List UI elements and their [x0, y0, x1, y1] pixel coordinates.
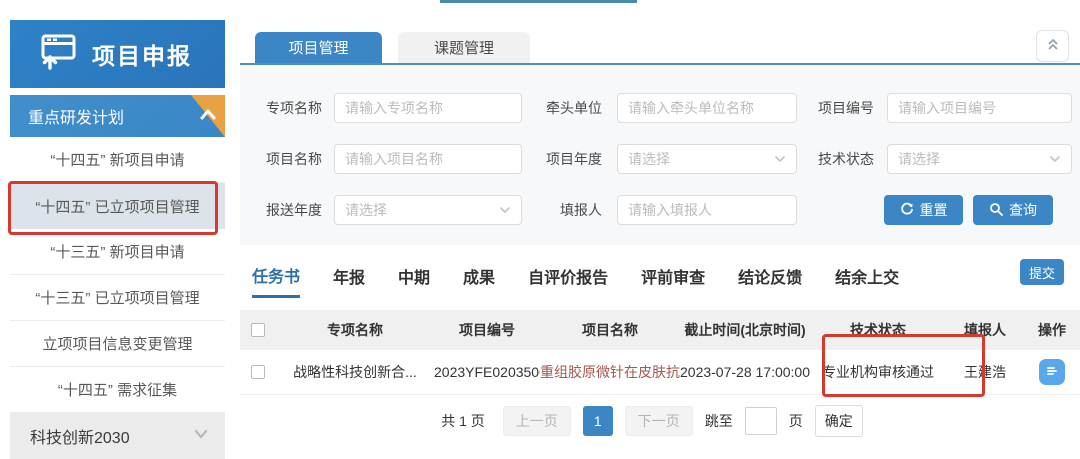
- main-tabbar: 项目管理 课题管理: [240, 32, 1080, 63]
- reset-button[interactable]: 重置: [884, 195, 963, 225]
- chevron-down-icon: [774, 150, 786, 168]
- cell-deadline: 2023-07-28 17:00:00: [680, 364, 810, 380]
- project-declare-logo-icon: [36, 33, 78, 76]
- cell-reporter: 王建浩: [946, 362, 1024, 382]
- projects-table: 专项名称 项目编号 项目名称 截止时间(北京时间) 技术状态 填报人 操作 战略…: [240, 310, 1080, 395]
- col-special-name: 专项名称: [276, 320, 434, 340]
- cell-project-code: 2023YFE0203500: [434, 364, 540, 380]
- sidebar-section-sci-tech-innovation-2030[interactable]: 科技创新2030: [10, 413, 225, 459]
- app-title: 项目申报: [92, 37, 192, 71]
- sidebar-item-14th5yr-demand-collection[interactable]: “十四五” 需求征集: [10, 367, 225, 413]
- collapse-panel-button[interactable]: [1036, 30, 1069, 62]
- lead-unit-input[interactable]: [617, 93, 797, 123]
- subtab-results[interactable]: 成果: [463, 254, 495, 298]
- table-row: 战略性科技创新合... 2023YFE0203500 重组胶原微针在皮肤抗感..…: [240, 350, 1080, 395]
- sidebar-item-14th5yr-new-application[interactable]: “十四五” 新项目申请: [10, 137, 225, 183]
- sidebar-item-14th5yr-approved-project-mgmt[interactable]: “十四五” 已立项项目管理: [10, 183, 225, 229]
- tab-subject-management[interactable]: 课题管理: [398, 32, 530, 63]
- jump-page-input[interactable]: [745, 407, 777, 435]
- col-tech-status: 技术状态: [810, 320, 946, 340]
- chevron-down-icon: [1049, 150, 1061, 168]
- subtab-task-book[interactable]: 任务书: [252, 254, 300, 298]
- next-page-button[interactable]: 下一页: [625, 406, 693, 436]
- report-year-select[interactable]: 请选择: [334, 195, 522, 225]
- tech-status-label: 技术状态: [804, 149, 874, 169]
- report-type-tabbar: 任务书 年报 中期 成果 自评价报告 评前审查 结论反馈 结余上交 提交: [240, 252, 1080, 300]
- sidebar-item-13th5yr-new-application[interactable]: “十三五” 新项目申请: [10, 229, 225, 275]
- special-name-label: 专项名称: [252, 98, 322, 118]
- col-deadline: 截止时间(北京时间): [680, 320, 810, 340]
- col-project-code: 项目编号: [434, 320, 540, 340]
- reporter-input[interactable]: [617, 195, 797, 225]
- tab-project-management[interactable]: 项目管理: [255, 32, 382, 63]
- report-year-label: 报送年度: [252, 200, 322, 220]
- sidebar-bottom-label: 科技创新2030: [30, 424, 193, 448]
- subtab-conclusion-feedback[interactable]: 结论反馈: [738, 254, 802, 298]
- subtab-pre-review[interactable]: 评前审查: [641, 254, 705, 298]
- cell-special-name: 战略性科技创新合...: [276, 362, 434, 382]
- subtab-self-evaluation-report[interactable]: 自评价报告: [528, 254, 608, 298]
- project-year-label: 项目年度: [532, 149, 602, 169]
- query-button[interactable]: 查询: [973, 195, 1053, 225]
- document-list-icon: [1045, 364, 1059, 381]
- chevron-down-icon: [193, 427, 209, 445]
- sidebar-item-13th5yr-approved-project-mgmt[interactable]: “十三五” 已立项项目管理: [10, 275, 225, 321]
- project-code-label: 项目编号: [804, 98, 874, 118]
- app-logo: 项目申报: [10, 20, 225, 88]
- chevron-down-icon: [499, 201, 511, 219]
- current-page-button[interactable]: 1: [583, 406, 613, 436]
- select-all-checkbox[interactable]: [251, 323, 265, 337]
- cell-tech-status: 专业机构审核通过: [810, 362, 946, 382]
- pagination: 共 1 页 上一页 1 下一页 跳至 页 确定: [232, 403, 1072, 439]
- submit-button[interactable]: 提交: [1020, 259, 1064, 285]
- project-year-select[interactable]: 请选择: [617, 144, 797, 174]
- col-reporter: 填报人: [946, 320, 1024, 340]
- project-name-input[interactable]: [334, 144, 522, 174]
- prev-page-button[interactable]: 上一页: [503, 406, 571, 436]
- subtab-annual-report[interactable]: 年报: [333, 254, 365, 298]
- project-code-input[interactable]: [887, 93, 1072, 123]
- special-name-input[interactable]: [334, 93, 522, 123]
- double-chevron-up-icon: [1045, 36, 1061, 57]
- reporter-label: 填报人: [532, 200, 602, 220]
- lead-unit-label: 牵头单位: [532, 98, 602, 118]
- confirm-jump-button[interactable]: 确定: [815, 405, 863, 437]
- chevron-up-icon: [199, 107, 217, 126]
- search-filter-panel: 专项名称 牵头单位 项目编号 项目名称 项目年度 请选择 技术状态 请选择: [240, 65, 1080, 245]
- sidebar: 项目申报 重点研发计划 “十四五” 新项目申请 “十四五” 已立项项目管理 “十…: [10, 20, 225, 459]
- jump-to-label: 跳至: [705, 411, 733, 431]
- tech-status-select[interactable]: 请选择: [887, 144, 1072, 174]
- sidebar-section-key-rnd-plan[interactable]: 重点研发计划: [10, 95, 225, 137]
- cell-project-name-link[interactable]: 重组胶原微针在皮肤抗感...: [540, 362, 680, 382]
- col-actions: 操作: [1024, 320, 1080, 340]
- page-unit-label: 页: [789, 411, 803, 431]
- sidebar-section-label: 重点研发计划: [28, 104, 211, 128]
- search-icon: [989, 202, 1003, 219]
- row-actions-button[interactable]: [1039, 359, 1065, 385]
- subtab-surplus-submission[interactable]: 结余上交: [835, 254, 899, 298]
- col-project-name: 项目名称: [540, 320, 680, 340]
- row-checkbox[interactable]: [251, 365, 265, 379]
- sidebar-item-project-info-change-mgmt[interactable]: 立项项目信息变更管理: [10, 321, 225, 367]
- table-header-row: 专项名称 项目编号 项目名称 截止时间(北京时间) 技术状态 填报人 操作: [240, 310, 1080, 350]
- project-name-label: 项目名称: [252, 149, 322, 169]
- main-content: 项目管理 课题管理 专项名称 牵头单位 项目编号 项目名称 项目年度: [240, 0, 1080, 457]
- total-pages-label: 共 1 页: [441, 411, 485, 431]
- subtab-midterm[interactable]: 中期: [398, 254, 430, 298]
- reset-icon: [900, 202, 914, 219]
